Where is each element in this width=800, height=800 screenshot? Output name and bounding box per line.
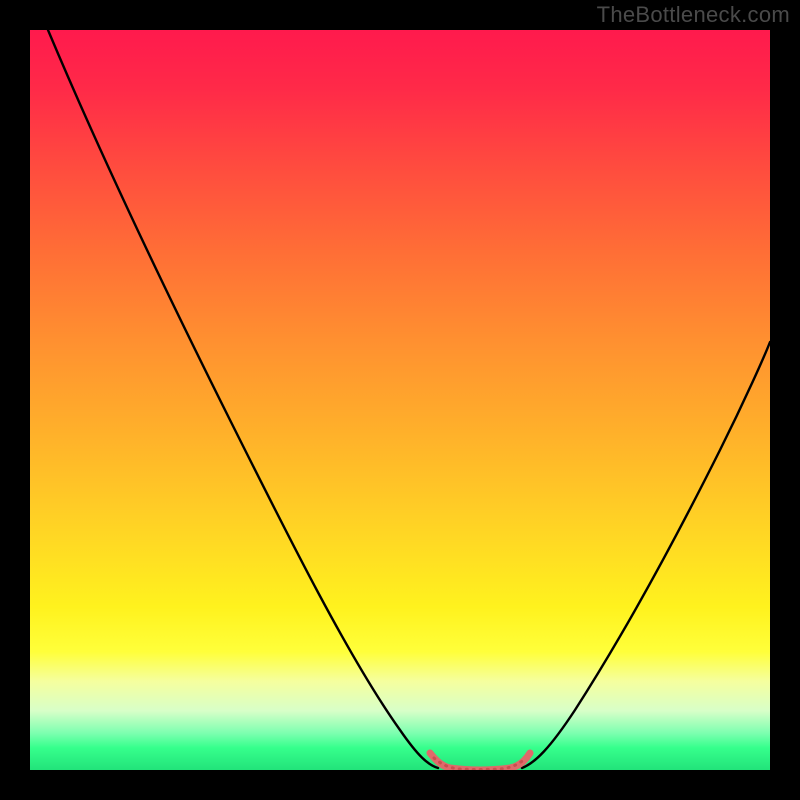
bottleneck-curve-left xyxy=(48,30,438,768)
bottleneck-curve-right xyxy=(522,342,770,768)
curve-layer xyxy=(30,30,770,770)
plot-area xyxy=(30,30,770,770)
chart-frame: TheBottleneck.com xyxy=(0,0,800,800)
watermark-text: TheBottleneck.com xyxy=(597,2,790,28)
valley-marker xyxy=(430,753,530,770)
